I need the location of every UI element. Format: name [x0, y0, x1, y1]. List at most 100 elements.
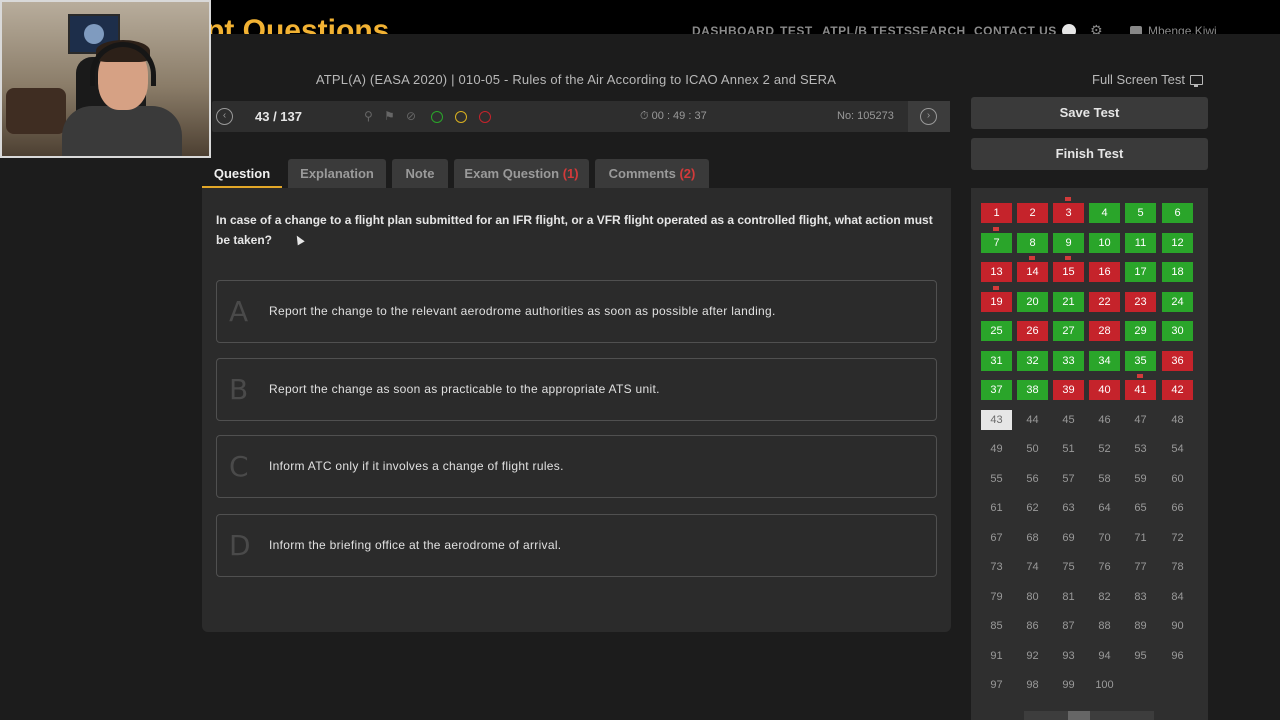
question-cell-29[interactable]: 29: [1125, 321, 1156, 341]
question-cell-61[interactable]: 61: [981, 498, 1012, 518]
question-cell-75[interactable]: 75: [1053, 557, 1084, 577]
question-cell-23[interactable]: 23: [1125, 292, 1156, 312]
question-cell-87[interactable]: 87: [1053, 616, 1084, 636]
question-cell-26[interactable]: 26: [1017, 321, 1048, 341]
question-cell-93[interactable]: 93: [1053, 646, 1084, 666]
question-cell-33[interactable]: 33: [1053, 351, 1084, 371]
red-mark-icon[interactable]: [479, 111, 491, 123]
question-cell-21[interactable]: 21: [1053, 292, 1084, 312]
question-cell-74[interactable]: 74: [1017, 557, 1048, 577]
question-cell-49[interactable]: 49: [981, 439, 1012, 459]
question-cell-32[interactable]: 32: [1017, 351, 1048, 371]
question-cell-76[interactable]: 76: [1089, 557, 1120, 577]
question-cell-67[interactable]: 67: [981, 528, 1012, 548]
flag-icon[interactable]: ⚑: [384, 109, 395, 123]
question-cell-5[interactable]: 5: [1125, 203, 1156, 223]
question-cell-92[interactable]: 92: [1017, 646, 1048, 666]
nav-search[interactable]: SEARCH: [912, 24, 966, 34]
question-cell-40[interactable]: 40: [1089, 380, 1120, 400]
settings-icon[interactable]: ⚙: [1090, 22, 1103, 34]
question-cell-60[interactable]: 60: [1162, 469, 1193, 489]
question-cell-70[interactable]: 70: [1089, 528, 1120, 548]
question-cell-2[interactable]: 2: [1017, 203, 1048, 223]
tab-comments[interactable]: Comments (2): [595, 159, 709, 188]
question-cell-43[interactable]: 43: [981, 410, 1012, 430]
question-cell-83[interactable]: 83: [1125, 587, 1156, 607]
question-cell-72[interactable]: 72: [1162, 528, 1193, 548]
nav-contact[interactable]: CONTACT US: [974, 24, 1057, 34]
question-cell-41[interactable]: 41: [1125, 380, 1156, 400]
question-cell-10[interactable]: 10: [1089, 233, 1120, 253]
question-cell-79[interactable]: 79: [981, 587, 1012, 607]
user-name[interactable]: Mbenge.Kiwi: [1148, 24, 1217, 34]
question-cell-25[interactable]: 25: [981, 321, 1012, 341]
save-test-button[interactable]: Save Test: [971, 97, 1208, 129]
question-cell-4[interactable]: 4: [1089, 203, 1120, 223]
question-cell-14[interactable]: 14: [1017, 262, 1048, 282]
chevron-left-icon[interactable]: ‹: [216, 108, 233, 125]
question-cell-69[interactable]: 69: [1053, 528, 1084, 548]
question-cell-35[interactable]: 35: [1125, 351, 1156, 371]
question-cell-3[interactable]: 3: [1053, 203, 1084, 223]
question-cell-46[interactable]: 46: [1089, 410, 1120, 430]
question-cell-73[interactable]: 73: [981, 557, 1012, 577]
question-cell-53[interactable]: 53: [1125, 439, 1156, 459]
question-cell-36[interactable]: 36: [1162, 351, 1193, 371]
question-cell-80[interactable]: 80: [1017, 587, 1048, 607]
question-cell-100[interactable]: 100: [1089, 675, 1120, 695]
question-cell-55[interactable]: 55: [981, 469, 1012, 489]
question-cell-1[interactable]: 1: [981, 203, 1012, 223]
question-cell-39[interactable]: 39: [1053, 380, 1084, 400]
answer-option-d[interactable]: D Inform the briefing office at the aero…: [216, 514, 937, 577]
question-cell-58[interactable]: 58: [1089, 469, 1120, 489]
grid-page-current[interactable]: [1068, 711, 1090, 720]
question-cell-94[interactable]: 94: [1089, 646, 1120, 666]
question-cell-59[interactable]: 59: [1125, 469, 1156, 489]
question-cell-81[interactable]: 81: [1053, 587, 1084, 607]
question-cell-42[interactable]: 42: [1162, 380, 1193, 400]
green-mark-icon[interactable]: [431, 111, 443, 123]
question-cell-84[interactable]: 84: [1162, 587, 1193, 607]
question-cell-77[interactable]: 77: [1125, 557, 1156, 577]
question-cell-88[interactable]: 88: [1089, 616, 1120, 636]
question-cell-28[interactable]: 28: [1089, 321, 1120, 341]
question-cell-48[interactable]: 48: [1162, 410, 1193, 430]
nav-dashboard[interactable]: DASHBOARD: [692, 24, 775, 34]
question-cell-90[interactable]: 90: [1162, 616, 1193, 636]
question-cell-98[interactable]: 98: [1017, 675, 1048, 695]
question-cell-85[interactable]: 85: [981, 616, 1012, 636]
nav-atpl-tests[interactable]: ATPL/B TESTS: [822, 24, 912, 34]
question-cell-37[interactable]: 37: [981, 380, 1012, 400]
question-cell-78[interactable]: 78: [1162, 557, 1193, 577]
question-cell-97[interactable]: 97: [981, 675, 1012, 695]
question-cell-50[interactable]: 50: [1017, 439, 1048, 459]
question-cell-66[interactable]: 66: [1162, 498, 1193, 518]
question-cell-99[interactable]: 99: [1053, 675, 1084, 695]
question-cell-17[interactable]: 17: [1125, 262, 1156, 282]
question-cell-47[interactable]: 47: [1125, 410, 1156, 430]
fullscreen-button[interactable]: Full Screen Test: [1092, 72, 1203, 87]
question-cell-38[interactable]: 38: [1017, 380, 1048, 400]
question-cell-13[interactable]: 13: [981, 262, 1012, 282]
ban-icon[interactable]: ⊘: [406, 109, 416, 123]
question-cell-30[interactable]: 30: [1162, 321, 1193, 341]
question-cell-89[interactable]: 89: [1125, 616, 1156, 636]
answer-option-b[interactable]: B Report the change as soon as practicab…: [216, 358, 937, 421]
question-cell-68[interactable]: 68: [1017, 528, 1048, 548]
question-cell-9[interactable]: 9: [1053, 233, 1084, 253]
question-cell-82[interactable]: 82: [1089, 587, 1120, 607]
question-cell-8[interactable]: 8: [1017, 233, 1048, 253]
pin-icon[interactable]: ⚲: [364, 109, 373, 123]
question-cell-54[interactable]: 54: [1162, 439, 1193, 459]
tab-question[interactable]: Question: [202, 159, 282, 188]
question-cell-63[interactable]: 63: [1053, 498, 1084, 518]
question-cell-15[interactable]: 15: [1053, 262, 1084, 282]
question-cell-20[interactable]: 20: [1017, 292, 1048, 312]
tab-note[interactable]: Note: [392, 159, 448, 188]
question-cell-95[interactable]: 95: [1125, 646, 1156, 666]
next-question-button[interactable]: ›: [908, 101, 950, 132]
question-cell-71[interactable]: 71: [1125, 528, 1156, 548]
question-cell-6[interactable]: 6: [1162, 203, 1193, 223]
answer-option-c[interactable]: C Inform ATC only if it involves a chang…: [216, 435, 937, 498]
question-cell-16[interactable]: 16: [1089, 262, 1120, 282]
